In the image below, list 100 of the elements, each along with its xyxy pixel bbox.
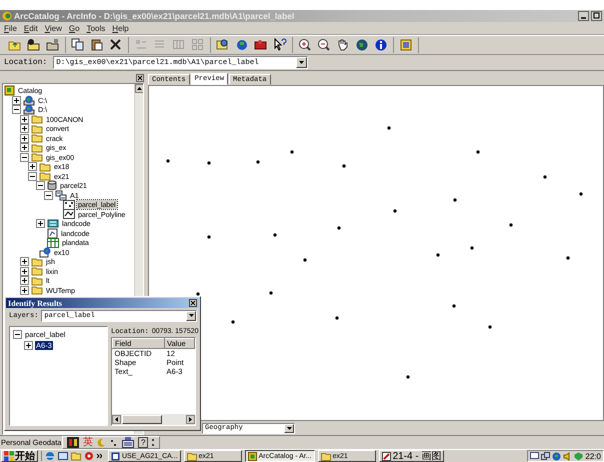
expand-button[interactable]: [24, 341, 33, 350]
dialog-title: Identify Results: [8, 298, 62, 308]
speaker-icon[interactable]: [563, 452, 572, 460]
browser-icon[interactable]: [45, 451, 55, 461]
zoom-in-icon[interactable]: [298, 38, 312, 52]
map-point: [207, 161, 211, 165]
expand-button[interactable]: [20, 286, 29, 295]
restore-button[interactable]: [591, 11, 602, 21]
punctuation-icon[interactable]: [110, 438, 118, 447]
map-point: [207, 235, 211, 239]
expand-button[interactable]: [28, 162, 37, 172]
expand-button[interactable]: [12, 96, 21, 105]
expand-button[interactable]: [36, 181, 45, 190]
globe-icon: [39, 246, 51, 258]
window-title: ArcCatalog - ArcInfo - D:\gis_ex00\ex21\parcel21.mdb\A1\parcel_label: [14, 11, 296, 21]
expand-button[interactable]: [20, 124, 29, 134]
start-button[interactable]: 开始: [1, 450, 38, 462]
media-icon[interactable]: [84, 451, 94, 461]
folder-icon: [31, 114, 43, 124]
map-point: [509, 223, 513, 227]
toolbox-icon[interactable]: [254, 38, 268, 52]
map-point: [579, 192, 583, 196]
network-icon[interactable]: [541, 452, 550, 460]
menu-item[interactable]: Go: [68, 24, 80, 32]
map-point: [452, 304, 456, 308]
expand-button[interactable]: [36, 219, 45, 228]
menu-item[interactable]: File: [4, 24, 17, 32]
copy-icon[interactable]: [71, 38, 85, 52]
catalog-icon: [248, 452, 257, 460]
point-layer-icon: [63, 200, 75, 210]
more-icon[interactable]: [97, 451, 102, 461]
folder-icon: [31, 152, 43, 162]
expand-button[interactable]: [20, 134, 29, 143]
grip-icon: [152, 438, 156, 447]
help-button[interactable]: ?: [138, 437, 148, 448]
full-extent-icon[interactable]: [355, 38, 369, 52]
expand-button[interactable]: [28, 172, 37, 181]
map-point: [342, 164, 346, 168]
thumbnail-icon[interactable]: [399, 38, 413, 52]
table-icon: [47, 238, 59, 248]
zoom-out-icon[interactable]: [317, 38, 331, 52]
connect-folder-icon[interactable]: [27, 38, 41, 52]
database-icon: [47, 180, 57, 192]
expand-button[interactable]: [20, 257, 29, 266]
search-icon[interactable]: [216, 38, 230, 52]
paste-icon[interactable]: [90, 38, 104, 52]
input-method-icon[interactable]: [67, 437, 79, 448]
map-point: [566, 256, 570, 260]
map-point: [269, 291, 273, 295]
globe-icon[interactable]: [235, 38, 249, 52]
minimize-button[interactable]: [578, 11, 589, 21]
map-point: [337, 226, 341, 230]
delete-icon[interactable]: [109, 38, 123, 52]
folder-icon: [31, 142, 43, 153]
expand-button[interactable]: [12, 105, 21, 114]
expand-button[interactable]: [20, 143, 29, 152]
folder-icon: [31, 124, 43, 134]
scroll-left-button[interactable]: [112, 415, 121, 424]
dropdown-arrow-icon[interactable]: [299, 61, 304, 64]
expand-button[interactable]: [13, 330, 22, 339]
map-point: [436, 253, 440, 257]
map-point: [231, 320, 235, 324]
menu-item[interactable]: View: [44, 24, 62, 32]
menu-item[interactable]: Help: [112, 24, 129, 32]
globe-icon[interactable]: [552, 452, 562, 460]
map-point: [470, 246, 474, 250]
catalog-icon: [4, 85, 15, 96]
close-button[interactable]: [189, 299, 197, 307]
line-layer-icon: [63, 209, 75, 220]
map-point: [196, 292, 200, 296]
menu-item[interactable]: Tools: [86, 24, 106, 32]
folder-icon: [186, 452, 197, 460]
dataset-icon: [55, 190, 67, 201]
expand-button[interactable]: [20, 152, 29, 162]
scroll-up-button[interactable]: [135, 84, 143, 93]
keyboard-icon[interactable]: [122, 437, 134, 448]
thumbnails-icon[interactable]: [191, 38, 205, 52]
menu-item[interactable]: Edit: [24, 24, 38, 32]
expand-button[interactable]: [20, 114, 29, 124]
drive-icon: [23, 104, 35, 116]
map-point: [488, 325, 492, 329]
desktop-icon[interactable]: [58, 451, 68, 461]
close-pane-button[interactable]: [136, 74, 144, 82]
expand-button[interactable]: [20, 276, 29, 286]
taskbar-button[interactable]: 21-4 - 画图: [378, 450, 444, 462]
expand-button[interactable]: [20, 266, 29, 276]
drive-icon: [23, 94, 35, 106]
folder-icon: [31, 266, 43, 276]
identify-icon[interactable]: [374, 38, 388, 52]
folder-icon: [320, 452, 331, 460]
map-point: [476, 150, 480, 154]
disconnect-folder-icon[interactable]: [46, 38, 60, 52]
scroll-right-button[interactable]: [186, 415, 195, 424]
scrollbar-thumb[interactable]: [122, 415, 162, 424]
pan-hand-icon[interactable]: [336, 38, 350, 52]
monitor-icon[interactable]: [530, 452, 540, 460]
clock: 22:0: [585, 452, 601, 460]
help-pointer-icon[interactable]: [273, 38, 287, 52]
map-point: [393, 209, 397, 213]
expand-button[interactable]: [44, 190, 53, 200]
